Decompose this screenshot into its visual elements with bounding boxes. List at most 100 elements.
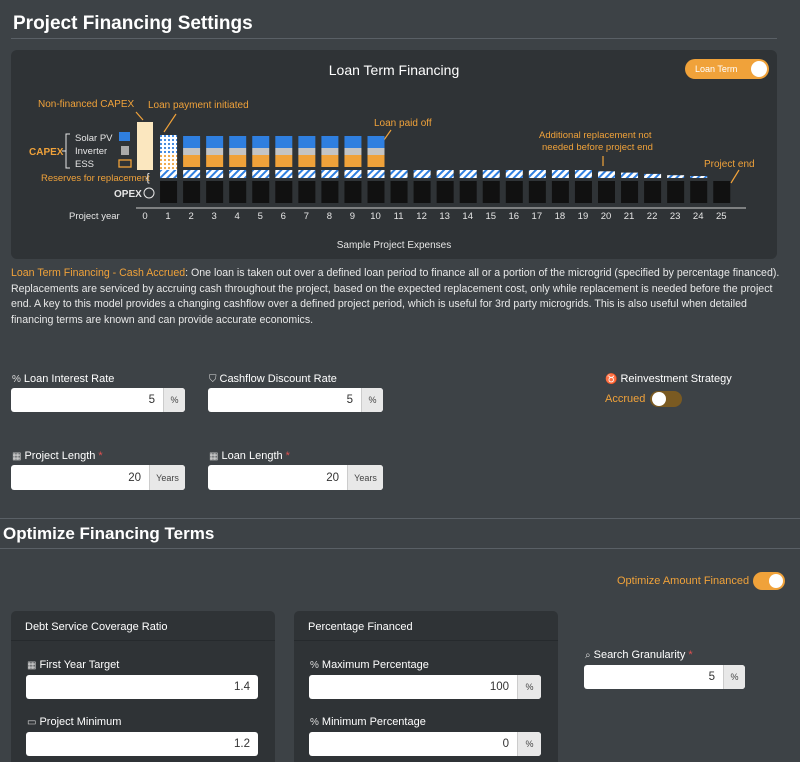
search-granularity-label: ⌕ Search Granularity *: [585, 649, 693, 661]
project-length-input[interactable]: 20 Years: [11, 465, 185, 490]
inverter-icon: [121, 146, 129, 155]
percent-icon: %: [12, 373, 21, 385]
loan-term-diagram-card: Loan Term Financing Loan Term Non-financ…: [11, 50, 777, 259]
reserve-bar-11: [390, 170, 408, 178]
year-label-24: 24: [693, 211, 704, 222]
percentage-financed-panel-title: Percentage Financed: [294, 611, 558, 641]
additional-replacement-label: Additional replacement not: [539, 130, 652, 141]
opex-bar-11: [390, 181, 408, 203]
reserve-bar-22: [644, 173, 662, 178]
loan-length-input[interactable]: 20 Years: [208, 465, 383, 490]
year-label-6: 6: [281, 211, 286, 222]
opex-bar-18: [551, 181, 569, 203]
calendar-icon: ▦: [27, 659, 37, 671]
reserve-bar-4: [229, 170, 247, 178]
opex-bar-22: [644, 181, 662, 203]
battery-icon: [118, 159, 132, 168]
year-label-13: 13: [439, 211, 450, 222]
project-end-label: Project end: [704, 159, 755, 170]
reserve-bar-5: [252, 170, 270, 178]
reserve-bar-3: [206, 170, 224, 178]
year-label-22: 22: [647, 211, 658, 222]
reserve-bar-1: [160, 170, 178, 178]
project-length-label: ▦ Project Length *: [12, 450, 103, 462]
opex-bar-3: [206, 181, 224, 203]
reinvestment-strategy-toggle[interactable]: [650, 391, 682, 407]
minimum-percentage-label: % Minimum Percentage: [310, 716, 426, 728]
reserve-bar-17: [528, 170, 546, 178]
opex-bar-5: [252, 181, 270, 203]
reserve-bar-13: [436, 170, 454, 178]
optimize-divider: [0, 548, 800, 549]
year-label-8: 8: [327, 211, 332, 222]
project-year-label: Project year: [69, 211, 120, 222]
description-heading: Loan Term Financing - Cash Accrued: [11, 267, 186, 279]
reserves-label: Reserves for replacement: [41, 173, 150, 184]
maximum-percentage-input[interactable]: 100 %: [309, 675, 541, 699]
svg-text:{: {: [146, 172, 150, 184]
inverter-label: Inverter: [75, 146, 107, 157]
opex-bar-10: [367, 181, 385, 203]
opex-bar-14: [459, 181, 477, 203]
percent-icon: %: [310, 659, 319, 671]
search-icon: ⌕: [585, 649, 591, 661]
calendar-icon: ▦: [12, 450, 22, 462]
year-label-2: 2: [188, 211, 193, 222]
ess-label: ESS: [75, 159, 94, 170]
year-label-15: 15: [485, 211, 496, 222]
search-granularity-input[interactable]: 5 %: [584, 665, 745, 689]
loan-bar-4: [229, 136, 247, 148]
opex-bar-1: [160, 181, 178, 203]
opex-bar-6: [275, 181, 293, 203]
year-label-0: 0: [142, 211, 147, 222]
cashflow-discount-rate-input[interactable]: 5 %: [208, 388, 383, 412]
opex-bar-21: [621, 181, 639, 203]
year-label-21: 21: [624, 211, 635, 222]
first-year-target-input[interactable]: 1.4: [26, 675, 258, 699]
reserve-bar-9: [344, 170, 362, 178]
title-divider: [11, 38, 777, 39]
year-label-16: 16: [509, 211, 520, 222]
opex-bar-15: [482, 181, 500, 203]
opex-bar-24: [690, 181, 708, 203]
opex-bar-12: [413, 181, 431, 203]
year-label-17: 17: [532, 211, 543, 222]
diagram-caption: Sample Project Expenses: [337, 240, 452, 251]
opex-bar-20: [598, 181, 615, 203]
opex-coin-icon: [143, 187, 155, 199]
toggle-knob: [769, 574, 783, 588]
reserve-bar-6: [275, 170, 293, 178]
id-card-icon: ▭: [27, 716, 37, 728]
loan-paid-off-label: Loan paid off: [374, 118, 432, 129]
opex-bar-13: [436, 181, 454, 203]
capex-label: CAPEX: [29, 147, 64, 158]
loan-interest-rate-input[interactable]: 5 %: [11, 388, 185, 412]
reserve-bar-20: [598, 171, 615, 178]
loan-initiated-label: Loan payment initiated: [148, 100, 249, 111]
reserve-bar-14: [459, 170, 477, 178]
opex-bar-19: [574, 181, 592, 203]
year-label-3: 3: [212, 211, 217, 222]
solar-panel-icon: [119, 132, 130, 141]
opex-label: OPEX: [114, 189, 142, 200]
loan-bar-5: [252, 136, 270, 148]
opex-bar-16: [505, 181, 523, 203]
minimum-percentage-input[interactable]: 0 %: [309, 732, 541, 756]
loan-bar-9: [344, 136, 362, 148]
year-label-25: 25: [716, 211, 727, 222]
dscr-panel-title: Debt Service Coverage Ratio: [11, 611, 275, 641]
reserve-bar-15: [482, 170, 500, 178]
project-minimum-input[interactable]: 1.2: [26, 732, 258, 756]
opex-bar-17: [528, 181, 546, 203]
reserve-bar-7: [298, 170, 316, 178]
year-label-19: 19: [578, 211, 589, 222]
optimize-amount-financed-toggle[interactable]: [753, 572, 785, 590]
year-label-4: 4: [235, 211, 240, 222]
reserve-bar-2: [183, 170, 201, 178]
loan-interest-rate-label: % Loan Interest Rate: [12, 373, 115, 385]
loan-bar-2: [183, 136, 201, 148]
loan-bar-8: [321, 136, 339, 148]
opex-bar-7: [298, 181, 316, 203]
year-label-10: 10: [370, 211, 381, 222]
loan-bar-6: [275, 136, 293, 148]
